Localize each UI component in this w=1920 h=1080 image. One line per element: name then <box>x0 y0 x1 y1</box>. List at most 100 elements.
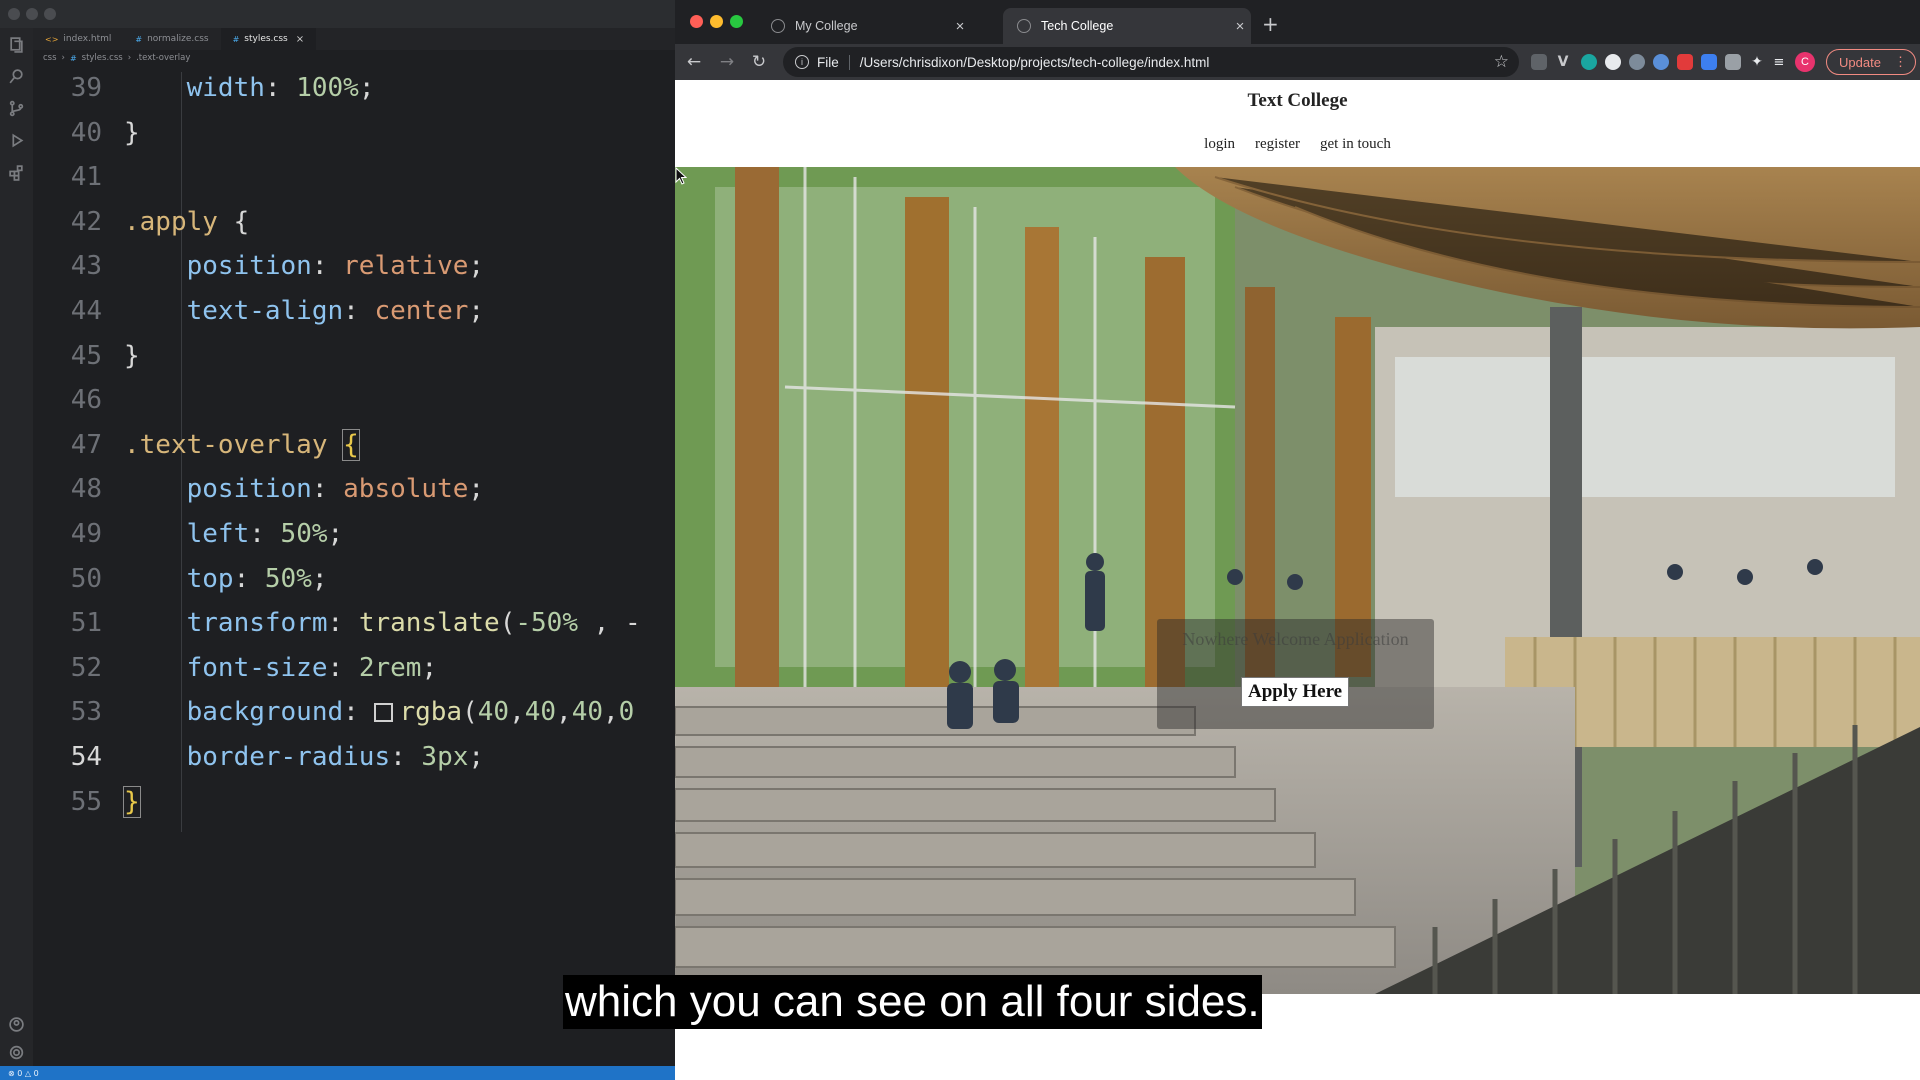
code-token: transform <box>124 608 328 638</box>
close-tab-icon[interactable]: × <box>949 18 971 35</box>
editor-tab-styles-css[interactable]: # styles.css × <box>220 28 317 50</box>
gear-extension-icon[interactable] <box>1629 54 1645 70</box>
minimize-window-button[interactable] <box>26 8 38 20</box>
breadcrumb-item[interactable]: .text-overlay <box>136 53 190 63</box>
code-line[interactable]: 51 transform: translate(-50% , - <box>33 601 675 645</box>
code-token: ; <box>421 653 438 683</box>
code-token: left <box>124 519 250 549</box>
code-token: ; <box>468 296 485 326</box>
more-menu-icon[interactable]: ⋮ <box>1894 54 1907 70</box>
code-token: : <box>343 697 375 727</box>
code-line[interactable]: 45} <box>33 334 675 378</box>
code-line[interactable]: 54 border-radius: 3px; <box>33 735 675 779</box>
problems-indicator[interactable]: ⊗ 0 △ 0 <box>8 1069 39 1078</box>
nav-link-register[interactable]: register <box>1255 136 1300 153</box>
editor-tab-index-html[interactable]: <> index.html <box>33 28 124 50</box>
reading-list-icon[interactable]: ≡ <box>1771 54 1787 70</box>
line-number: 46 <box>70 385 102 415</box>
nav-link-get-in-touch[interactable]: get in touch <box>1320 136 1391 153</box>
screen-extension-icon[interactable] <box>1701 54 1717 70</box>
bookmark-star-icon[interactable]: ☆ <box>1494 52 1509 72</box>
vue-extension-icon[interactable]: V <box>1555 54 1571 70</box>
pen-extension-icon[interactable] <box>1531 54 1547 70</box>
address-bar[interactable]: i File /Users/chrisdixon/Desktop/project… <box>783 47 1519 77</box>
blue-extension-icon[interactable] <box>1653 54 1669 70</box>
overlay-heading: Nowhere Welcome Application <box>1182 629 1409 649</box>
update-button[interactable]: Update ⋮ <box>1826 49 1916 75</box>
breadcrumb-item[interactable]: css <box>43 53 57 63</box>
code-token: 40 <box>477 697 510 727</box>
new-tab-button[interactable]: + <box>1262 12 1279 36</box>
extensions-icon[interactable] <box>8 164 25 181</box>
reload-icon[interactable]: ↻ <box>749 52 769 72</box>
line-number: 39 <box>70 73 102 103</box>
back-arrow-icon[interactable]: ← <box>684 52 704 72</box>
zoom-window-button[interactable] <box>44 8 56 20</box>
code-token: .text-overlay <box>124 430 328 460</box>
zoom-window-button[interactable] <box>730 15 743 28</box>
code-line[interactable]: 44 text-align: center; <box>33 289 675 333</box>
code-line[interactable]: 53 background: rgba(40,40,40,0 <box>33 690 675 734</box>
line-number: 53 <box>70 697 102 727</box>
explorer-icon[interactable] <box>8 36 25 53</box>
close-window-button[interactable] <box>690 15 703 28</box>
code-line[interactable]: 50 top: 50%; <box>33 557 675 601</box>
browser-tab-my-college[interactable]: My College × <box>757 8 971 44</box>
code-line[interactable]: 49 left: 50%; <box>33 512 675 556</box>
profile-avatar[interactable]: C <box>1795 52 1815 72</box>
code-token: relative <box>343 251 469 281</box>
hero-image: Nowhere Welcome Application Apply Here <box>675 167 1920 994</box>
red-extension-icon[interactable] <box>1677 54 1693 70</box>
color-swatch-icon[interactable] <box>374 703 394 722</box>
code-editor[interactable]: 39 width: 100%; 40} 41 42 .apply {43 positio… <box>33 66 675 1066</box>
code-token: : <box>249 519 281 549</box>
code-line[interactable]: 39 width: 100%; <box>33 66 675 110</box>
line-number: 50 <box>70 564 102 594</box>
white-extension-icon[interactable] <box>1605 54 1621 70</box>
editor-tab-normalize-css[interactable]: # normalize.css <box>123 28 221 50</box>
forward-arrow-icon[interactable]: → <box>717 52 737 72</box>
code-token: } <box>124 341 140 371</box>
code-token: : <box>390 742 422 772</box>
campus-atrium-photo <box>675 167 1920 994</box>
code-token: font-size <box>124 653 328 683</box>
account-icon[interactable] <box>8 1016 25 1033</box>
code-line[interactable]: 48 position: absolute; <box>33 467 675 511</box>
code-line[interactable]: 42 .apply { <box>33 200 675 244</box>
code-line[interactable]: 52 font-size: 2rem; <box>33 646 675 690</box>
code-token: ; <box>358 73 375 103</box>
apply-here-button[interactable]: Apply Here <box>1241 677 1350 707</box>
browser-tab-tech-college[interactable]: Tech College × <box>1003 8 1251 44</box>
breadcrumb-item[interactable]: styles.css <box>82 53 123 63</box>
site-title: Text College <box>1247 90 1348 111</box>
minimize-window-button[interactable] <box>710 15 723 28</box>
close-tab-icon[interactable]: × <box>1229 18 1251 35</box>
search-icon[interactable] <box>8 68 25 85</box>
code-line[interactable]: 40} <box>33 111 675 155</box>
code-line[interactable]: 43 position: relative; <box>33 244 675 288</box>
code-token: : <box>343 296 375 326</box>
clipboard-extension-icon[interactable] <box>1725 54 1741 70</box>
close-tab-icon[interactable]: × <box>296 34 304 45</box>
teal-extension-icon[interactable] <box>1581 54 1597 70</box>
code-line[interactable]: 46 <box>33 378 675 422</box>
code-token: 50% <box>280 519 328 549</box>
code-text: position: absolute; <box>124 474 484 504</box>
settings-gear-icon[interactable] <box>8 1044 25 1061</box>
info-icon[interactable]: i <box>795 55 809 69</box>
run-debug-icon[interactable] <box>8 132 25 149</box>
line-number: 41 <box>70 162 102 192</box>
code-line[interactable]: 55} <box>33 780 675 824</box>
code-line[interactable]: 41 <box>33 155 675 199</box>
code-token: ; <box>468 474 485 504</box>
source-control-icon[interactable] <box>8 100 25 117</box>
code-token: } <box>123 786 141 818</box>
close-window-button[interactable] <box>8 8 20 20</box>
code-editor-window: <> index.html # normalize.css # styles.c… <box>0 0 675 1080</box>
breadcrumb-separator-icon: › <box>61 53 65 63</box>
code-line[interactable]: 47 .text-overlay { <box>33 423 675 467</box>
code-token: ; <box>311 564 328 594</box>
puzzle-extension-icon[interactable]: ✦ <box>1749 54 1765 70</box>
nav-link-login[interactable]: login <box>1204 136 1235 153</box>
